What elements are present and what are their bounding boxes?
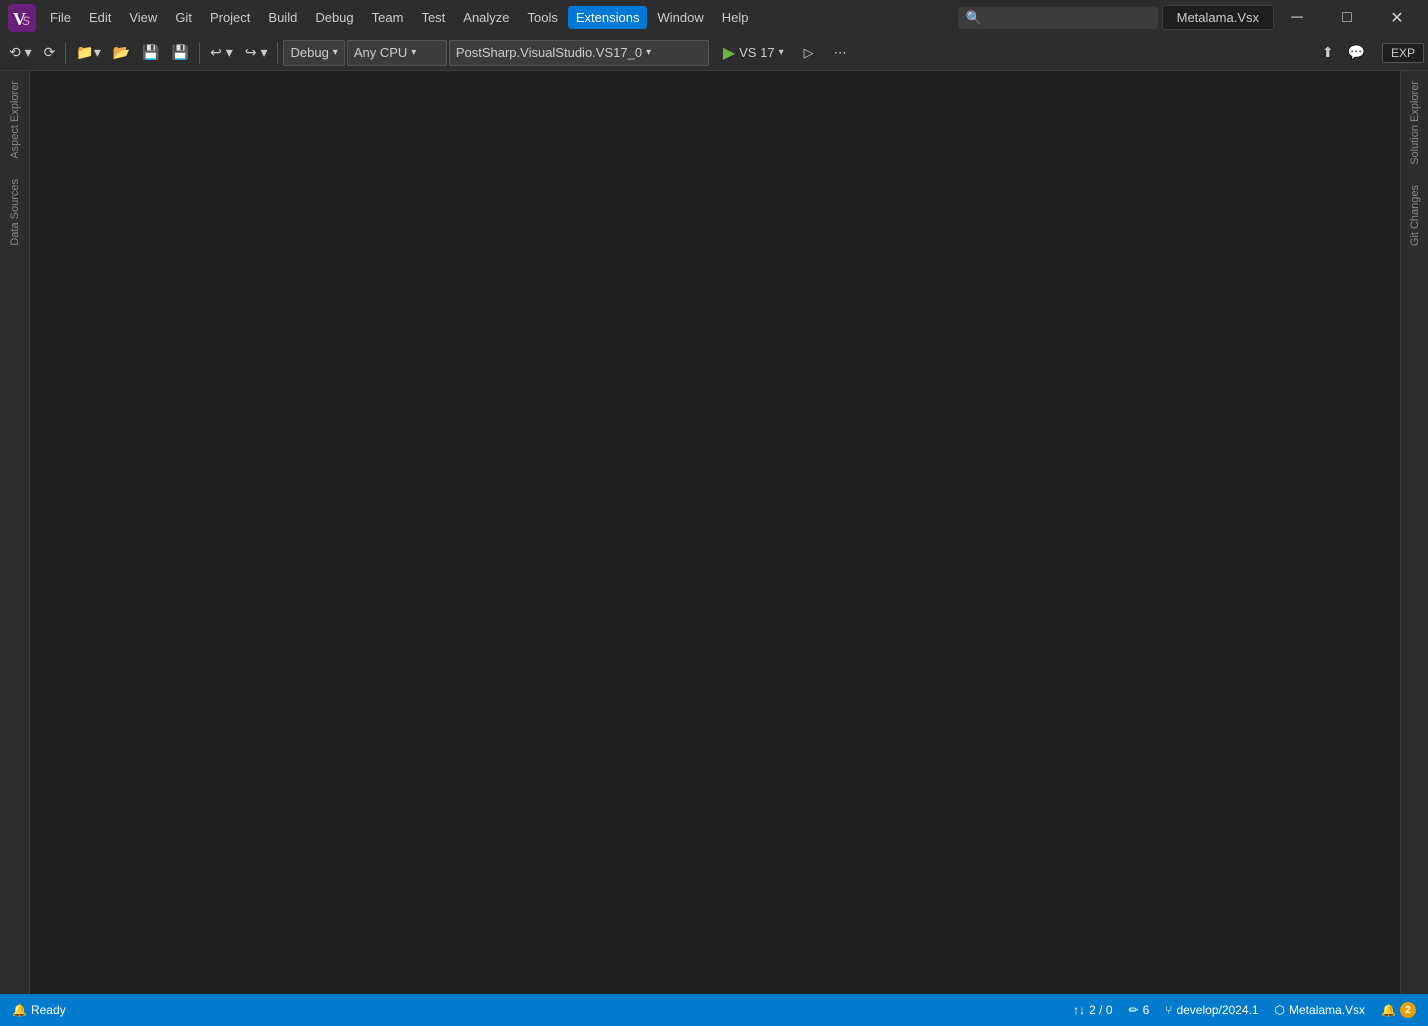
- search-bar[interactable]: 🔍: [958, 7, 1158, 29]
- solution-status[interactable]: ⬡ Metalama.Vsx: [1271, 1001, 1370, 1019]
- exp-badge[interactable]: EXP: [1382, 43, 1424, 63]
- status-bar: 🔔 Ready ↑↓ 2 / 0 ✏ 6 ⑂ develop/2024.1 ⬡ …: [0, 994, 1428, 1026]
- menu-window[interactable]: Window: [649, 6, 711, 29]
- notification-badge: 2: [1400, 1002, 1416, 1018]
- menu-view[interactable]: View: [121, 6, 165, 29]
- left-panel: Aspect Explorer Data Sources: [0, 71, 30, 994]
- git-changes-panel[interactable]: Git Changes: [1409, 175, 1421, 256]
- startup-project-arrow: ▾: [646, 47, 651, 58]
- solution-name: Metalama.Vsx: [1289, 1003, 1365, 1017]
- toolbar: ⟲ ▾ ⟳ 📁▾ 📂 💾 💾 ↩ ▾ ↪ ▾ Debug ▾ Any CPU ▾…: [0, 35, 1428, 71]
- maximize-button[interactable]: □: [1324, 0, 1370, 35]
- redo-button[interactable]: ↪ ▾: [240, 41, 273, 64]
- menu-analyze[interactable]: Analyze: [455, 6, 517, 29]
- start-button[interactable]: ▶ VS 17 ▾: [715, 40, 792, 66]
- minimize-button[interactable]: ─: [1274, 0, 1320, 35]
- menu-extensions[interactable]: Extensions: [568, 6, 648, 29]
- toolbar-separator-2: [199, 42, 200, 64]
- pencil-count: 6: [1143, 1003, 1150, 1017]
- window-title-tab: Metalama.Vsx: [1162, 5, 1274, 30]
- window-controls: ─ □ ✕: [1274, 0, 1420, 35]
- debug-config-label: Debug: [290, 45, 328, 60]
- ready-icon: 🔔: [12, 1003, 27, 1017]
- ready-status: 🔔 Ready: [8, 1001, 70, 1019]
- debug-config-dropdown[interactable]: Debug ▾: [283, 40, 344, 66]
- platform-arrow: ▾: [411, 47, 416, 58]
- nav-back-button[interactable]: ⟲ ▾: [4, 41, 37, 64]
- menu-edit[interactable]: Edit: [81, 6, 119, 29]
- menu-file[interactable]: File: [42, 6, 79, 29]
- vs-logo: V S: [8, 4, 36, 32]
- menu-build[interactable]: Build: [260, 6, 305, 29]
- play-icon: ▶: [723, 43, 735, 63]
- run-controls: ▶ VS 17 ▾ ▷ ⋯: [715, 40, 855, 66]
- startup-project-label: PostSharp.VisualStudio.VS17_0: [456, 45, 642, 60]
- errors-count: 2 / 0: [1089, 1003, 1112, 1017]
- notification-status[interactable]: 🔔 2: [1377, 1000, 1420, 1020]
- feedback-button[interactable]: 💬: [1343, 41, 1370, 64]
- save-button[interactable]: 💾: [137, 41, 164, 64]
- save-all-button[interactable]: 💾: [167, 41, 194, 64]
- solution-icon: ⬡: [1275, 1003, 1285, 1017]
- nav-forward-button[interactable]: ⟳: [39, 41, 61, 64]
- branch-name: develop/2024.1: [1176, 1003, 1258, 1017]
- run-more-button[interactable]: ⋯: [826, 42, 855, 64]
- menu-project[interactable]: Project: [202, 6, 258, 29]
- vs-version-arrow: ▾: [779, 47, 784, 58]
- undo-button[interactable]: ↩ ▾: [205, 41, 238, 64]
- menu-git[interactable]: Git: [167, 6, 200, 29]
- menu-bar: File Edit View Git Project Build Debug T…: [42, 6, 958, 29]
- pencil-status[interactable]: ✏ 6: [1125, 1001, 1154, 1019]
- platform-label: Any CPU: [354, 45, 407, 60]
- platform-dropdown[interactable]: Any CPU ▾: [347, 40, 447, 66]
- menu-team[interactable]: Team: [364, 6, 412, 29]
- status-right: ↑↓ 2 / 0 ✏ 6 ⑂ develop/2024.1 ⬡ Metalama…: [1069, 1000, 1420, 1020]
- aspect-explorer-panel[interactable]: Aspect Explorer: [9, 71, 21, 169]
- ready-label: Ready: [31, 1003, 66, 1017]
- startup-project-dropdown[interactable]: PostSharp.VisualStudio.VS17_0 ▾: [449, 40, 709, 66]
- branch-icon: ⑂: [1165, 1003, 1172, 1017]
- errors-arrows-icon: ↑↓: [1073, 1003, 1085, 1017]
- menu-debug[interactable]: Debug: [307, 6, 361, 29]
- svg-text:S: S: [22, 14, 30, 28]
- open-button[interactable]: 📂: [108, 41, 135, 64]
- vs-version-label: VS 17: [739, 45, 774, 60]
- git-push-button[interactable]: ⬆: [1317, 41, 1339, 64]
- new-project-button[interactable]: 📁▾: [71, 41, 105, 64]
- toolbar-separator-1: [65, 42, 66, 64]
- menu-test[interactable]: Test: [413, 6, 453, 29]
- close-button[interactable]: ✕: [1374, 0, 1420, 35]
- solution-explorer-panel[interactable]: Solution Explorer: [1409, 71, 1421, 175]
- toolbar-separator-3: [277, 42, 278, 64]
- errors-status[interactable]: ↑↓ 2 / 0: [1069, 1001, 1116, 1019]
- bell-icon: 🔔: [1381, 1003, 1396, 1017]
- search-icon: 🔍: [966, 10, 982, 26]
- run-next-button[interactable]: ▷: [796, 42, 822, 64]
- data-sources-panel[interactable]: Data Sources: [9, 169, 21, 256]
- pencil-icon: ✏: [1129, 1003, 1139, 1017]
- menu-tools[interactable]: Tools: [520, 6, 566, 29]
- right-panel: Solution Explorer Git Changes: [1400, 71, 1428, 994]
- title-bar: V S File Edit View Git Project Build Deb…: [0, 0, 1428, 35]
- main-content: [30, 71, 1400, 994]
- toolbar-right: ⬆ 💬 EXP: [1317, 41, 1424, 64]
- debug-config-arrow: ▾: [333, 47, 338, 58]
- menu-help[interactable]: Help: [714, 6, 757, 29]
- branch-status[interactable]: ⑂ develop/2024.1: [1161, 1001, 1262, 1019]
